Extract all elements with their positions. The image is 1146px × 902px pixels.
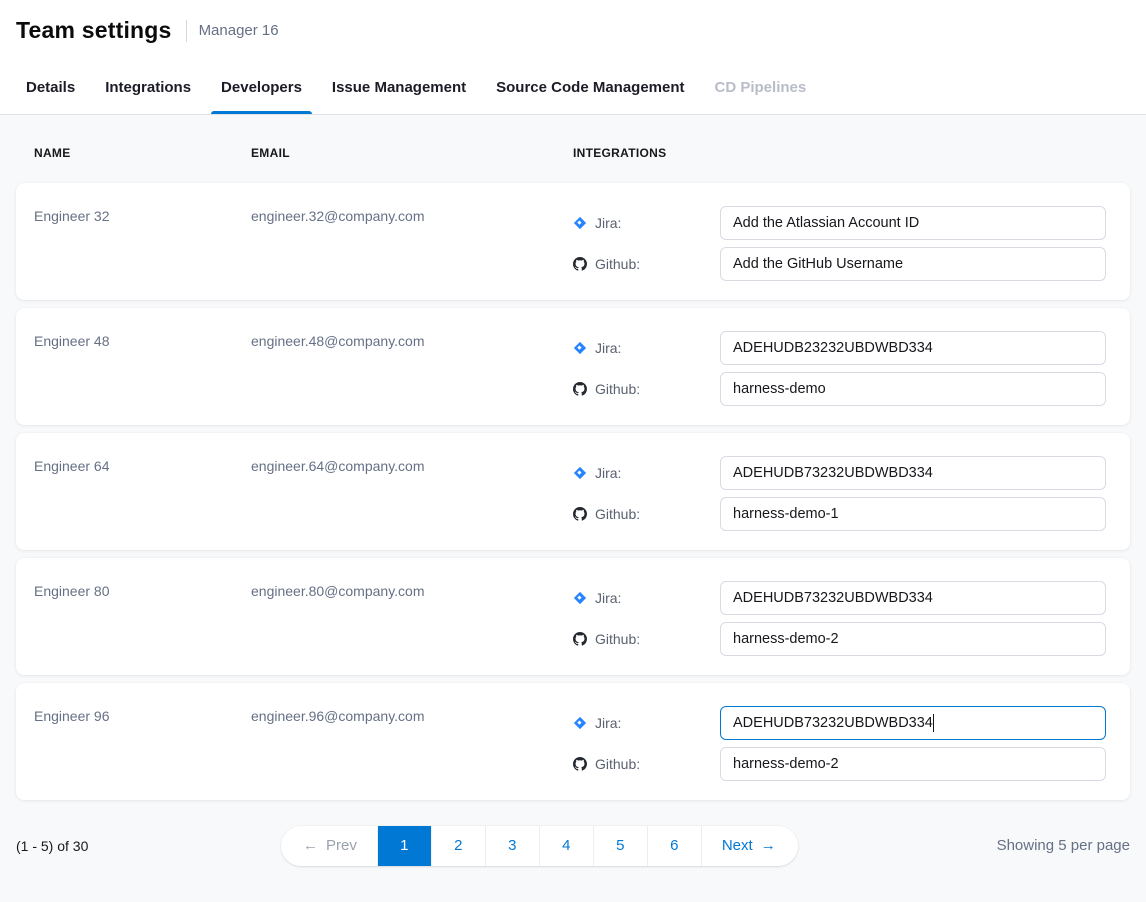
tab-cd-pipelines[interactable]: CD Pipelines — [713, 61, 809, 114]
github-username-input[interactable] — [720, 372, 1106, 406]
tab-developers[interactable]: Developers — [219, 61, 304, 114]
table-row: Engineer 96 engineer.96@company.com Jira… — [16, 683, 1130, 800]
developers-panel: NAME EMAIL INTEGRATIONS Engineer 32 engi… — [0, 115, 1146, 866]
github-username-input[interactable] — [720, 497, 1106, 531]
prev-page-button[interactable]: ←Prev — [281, 826, 378, 866]
developer-name: Engineer 96 — [34, 706, 251, 800]
developer-name: Engineer 32 — [34, 206, 251, 300]
github-label: Github: — [595, 381, 640, 397]
table-row: Engineer 32 engineer.32@company.com Jira… — [16, 183, 1130, 300]
github-icon — [573, 257, 587, 271]
developer-list: Engineer 32 engineer.32@company.com Jira… — [16, 183, 1130, 800]
developer-email: engineer.80@company.com — [251, 581, 573, 675]
title-divider — [186, 20, 187, 42]
column-header-email: EMAIL — [251, 146, 573, 160]
team-name: Manager 16 — [199, 22, 279, 39]
page-button-1[interactable]: 1 — [378, 826, 432, 866]
pagination-bar: (1 - 5) of 30 ←Prev 1 2 3 4 5 6 Next→ Sh… — [16, 825, 1130, 866]
jira-account-id-input[interactable] — [720, 206, 1106, 240]
developer-email: engineer.96@company.com — [251, 706, 573, 800]
table-row: Engineer 80 engineer.80@company.com Jira… — [16, 558, 1130, 675]
developer-name: Engineer 64 — [34, 456, 251, 550]
page-button-5[interactable]: 5 — [594, 826, 648, 866]
jira-label: Jira: — [595, 340, 621, 356]
jira-icon — [573, 466, 587, 480]
github-icon — [573, 382, 587, 396]
page-button-4[interactable]: 4 — [540, 826, 594, 866]
github-label: Github: — [595, 256, 640, 272]
page-button-2[interactable]: 2 — [432, 826, 486, 866]
github-icon — [573, 632, 587, 646]
page-title: Team settings — [16, 17, 172, 44]
tab-bar: Details Integrations Developers Issue Ma… — [0, 61, 1146, 115]
text-caret — [933, 714, 935, 732]
github-icon — [573, 507, 587, 521]
github-username-input[interactable] — [720, 747, 1106, 781]
github-username-input[interactable] — [720, 247, 1106, 281]
jira-label: Jira: — [595, 465, 621, 481]
next-page-button[interactable]: Next→ — [702, 826, 798, 866]
developer-email: engineer.64@company.com — [251, 456, 573, 550]
developer-email: engineer.48@company.com — [251, 331, 573, 425]
jira-icon — [573, 341, 587, 355]
github-label: Github: — [595, 506, 640, 522]
column-header-name: NAME — [34, 146, 251, 160]
jira-icon — [573, 591, 587, 605]
table-header: NAME EMAIL INTEGRATIONS — [16, 143, 1130, 163]
jira-account-id-input[interactable] — [720, 581, 1106, 615]
tab-details[interactable]: Details — [24, 61, 77, 114]
jira-label: Jira: — [595, 590, 621, 606]
tab-source-code-management[interactable]: Source Code Management — [494, 61, 686, 114]
pager: ←Prev 1 2 3 4 5 6 Next→ — [281, 826, 798, 866]
jira-account-id-input[interactable] — [720, 456, 1106, 490]
arrow-right-icon: → — [761, 837, 776, 854]
per-page-label: Showing 5 per page — [798, 837, 1130, 854]
developer-name: Engineer 80 — [34, 581, 251, 675]
github-icon — [573, 757, 587, 771]
page-header: Team settings Manager 16 — [0, 0, 1146, 61]
result-range-label: (1 - 5) of 30 — [16, 838, 281, 854]
tab-integrations[interactable]: Integrations — [103, 61, 193, 114]
jira-label: Jira: — [595, 215, 621, 231]
table-row: Engineer 64 engineer.64@company.com Jira… — [16, 433, 1130, 550]
jira-icon — [573, 716, 587, 730]
developer-email: engineer.32@company.com — [251, 206, 573, 300]
github-label: Github: — [595, 631, 640, 647]
developer-name: Engineer 48 — [34, 331, 251, 425]
jira-label: Jira: — [595, 715, 621, 731]
jira-account-id-input-focused[interactable] — [720, 706, 1106, 740]
arrow-left-icon: ← — [303, 837, 318, 854]
github-username-input[interactable] — [720, 622, 1106, 656]
tab-issue-management[interactable]: Issue Management — [330, 61, 468, 114]
jira-account-id-input[interactable] — [720, 331, 1106, 365]
column-header-integrations: INTEGRATIONS — [573, 146, 666, 160]
page-button-3[interactable]: 3 — [486, 826, 540, 866]
jira-icon — [573, 216, 587, 230]
github-label: Github: — [595, 756, 640, 772]
table-row: Engineer 48 engineer.48@company.com Jira… — [16, 308, 1130, 425]
page-button-6[interactable]: 6 — [648, 826, 702, 866]
